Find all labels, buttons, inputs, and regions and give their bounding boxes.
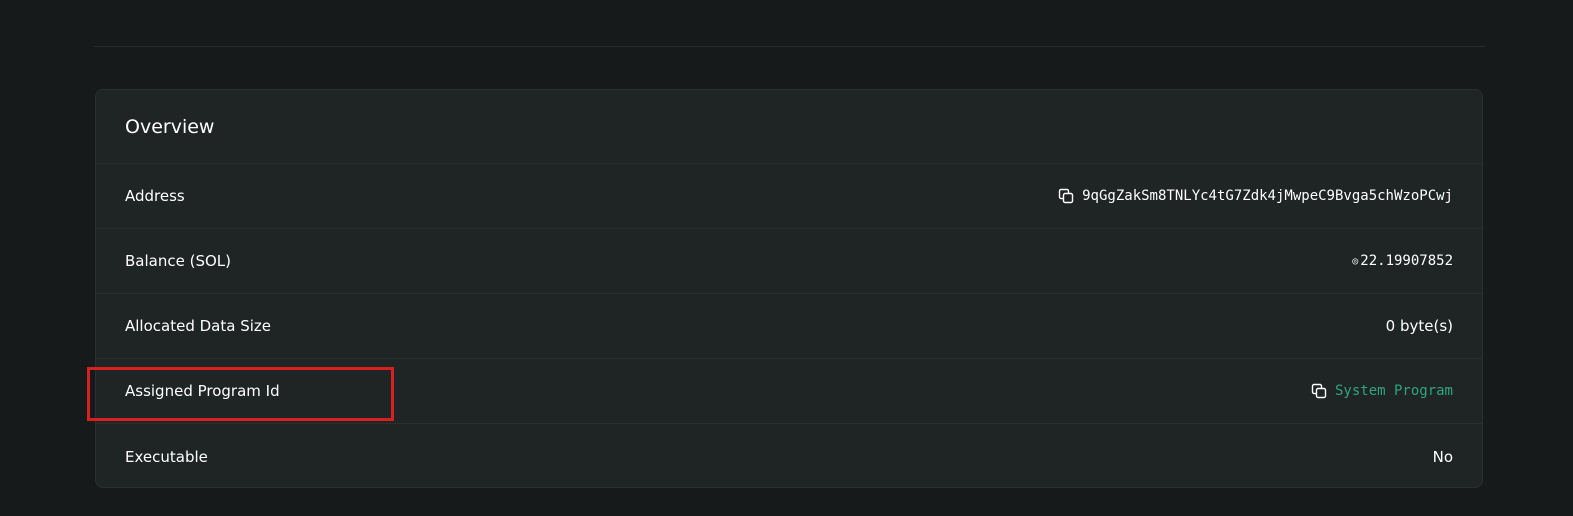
address-value[interactable]: 9qGgZakSm8TNLYc4tG7Zdk4jMwpeC9Bvga5chWzo… [1082,188,1453,204]
row-balance: Balance (SOL) ◎ 22.19907852 [96,229,1482,294]
program-id-label: Assigned Program Id [125,382,280,400]
row-program-id: Assigned Program Id System Program [96,359,1482,424]
overview-header: Overview [96,90,1482,164]
copy-icon[interactable] [1311,383,1327,399]
executable-value: No [1432,447,1453,466]
row-executable: Executable No [96,424,1482,487]
data-size-value: 0 byte(s) [1385,317,1453,335]
balance-label: Balance (SOL) [125,252,231,270]
address-label: Address [125,187,185,205]
row-address: Address 9qGgZakSm8TNLYc4tG7Zdk4jMwpeC9Bv… [96,164,1482,229]
program-id-value-group: System Program [1311,383,1453,399]
overview-title: Overview [125,115,215,138]
balance-value-group: ◎ 22.19907852 [1352,253,1453,269]
top-divider [94,46,1485,47]
overview-card: Overview Address 9qGgZakSm8TNLYc4tG7Zdk4… [95,89,1483,488]
sol-icon: ◎ [1352,255,1359,267]
copy-icon[interactable] [1058,188,1074,204]
row-data-size: Allocated Data Size 0 byte(s) [96,294,1482,359]
program-id-link[interactable]: System Program [1335,383,1453,399]
executable-label: Executable [125,447,208,466]
balance-value: 22.19907852 [1360,253,1453,269]
data-size-label: Allocated Data Size [125,317,271,335]
address-value-group: 9qGgZakSm8TNLYc4tG7Zdk4jMwpeC9Bvga5chWzo… [1058,188,1453,204]
